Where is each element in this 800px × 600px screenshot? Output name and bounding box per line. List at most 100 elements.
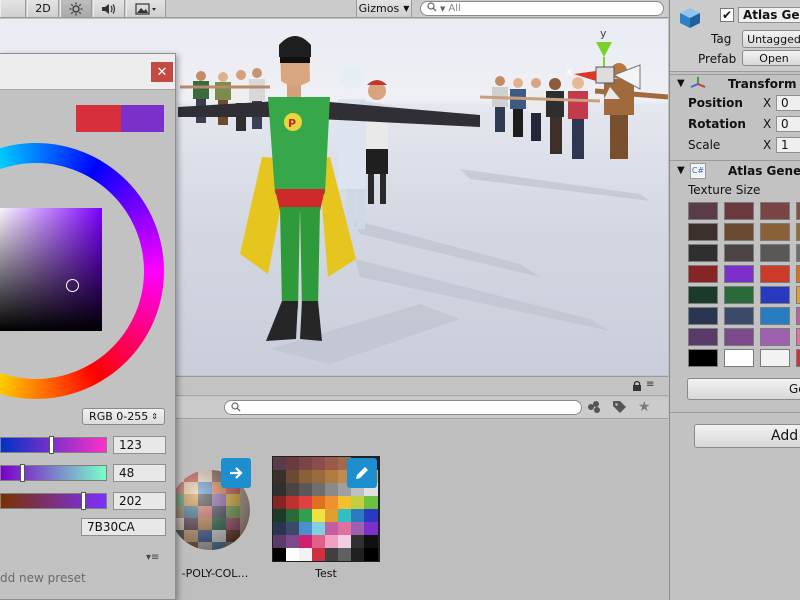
- sv-picker-handle[interactable]: [66, 279, 79, 292]
- color-wheel-area[interactable]: [0, 143, 176, 399]
- atlas-color-swatch[interactable]: [724, 307, 754, 325]
- foldout-arrow-icon: ▼: [677, 165, 685, 176]
- hex-color-field[interactable]: 7B30CA: [81, 518, 166, 536]
- atlas-color-swatch[interactable]: [688, 307, 718, 325]
- scene-toolbar: 2D Gizmos ▼ ▼ All: [0, 0, 668, 18]
- atlas-color-swatch[interactable]: [796, 307, 800, 325]
- atlas-color-swatch[interactable]: [760, 244, 790, 262]
- atlas-color-swatch[interactable]: [688, 328, 718, 346]
- blue-slider-thumb[interactable]: [81, 492, 86, 510]
- add-new-preset-button[interactable]: dd new preset: [0, 571, 86, 585]
- atlas-color-swatch[interactable]: [760, 202, 790, 220]
- red-value-field[interactable]: 123: [113, 436, 166, 454]
- crowd-left: [180, 68, 270, 131]
- atlas-color-swatch[interactable]: [688, 286, 718, 304]
- generate-button[interactable]: Ge: [687, 378, 800, 400]
- atlas-color-swatch[interactable]: [760, 265, 790, 283]
- atlas-color-swatch[interactable]: [796, 244, 800, 262]
- mode-2d-label: 2D: [35, 2, 51, 15]
- red-slider[interactable]: [0, 436, 107, 454]
- red-slider-thumb[interactable]: [49, 436, 54, 454]
- blue-value: 202: [119, 494, 142, 508]
- atlas-color-swatch[interactable]: [724, 244, 754, 262]
- atlas-color-swatch[interactable]: [796, 265, 800, 283]
- atlas-color-swatch[interactable]: [760, 307, 790, 325]
- lock-icon[interactable]: [632, 380, 642, 394]
- active-checkbox[interactable]: ✔: [720, 8, 734, 22]
- atlas-color-swatch[interactable]: [688, 223, 718, 241]
- atlas-color-swatch[interactable]: [688, 202, 718, 220]
- atlas-color-swatch[interactable]: [796, 349, 800, 367]
- color-picker-window: ✕ RGB 0-255 ⇕ 123 48 202 7B30CA ▾≡ dd ne…: [0, 53, 176, 600]
- foldout-arrow-icon: ▼: [677, 78, 685, 89]
- transform-header[interactable]: ▼ Transform: [670, 74, 800, 94]
- prefab-open-button[interactable]: Open: [742, 50, 800, 66]
- color-mode-dropdown[interactable]: RGB 0-255 ⇕: [82, 408, 165, 425]
- unity-editor-window: 2D Gizmos ▼ ▼ All P y x ≡ ★ -POLY-COL… T…: [0, 0, 800, 600]
- gizmos-label: Gizmos: [358, 2, 400, 15]
- red-value: 123: [119, 438, 142, 452]
- atlas-color-swatch[interactable]: [796, 202, 800, 220]
- prefab-label: Prefab: [698, 52, 737, 66]
- color-swatch-original[interactable]: [76, 105, 121, 132]
- rotation-x-field[interactable]: 0: [776, 116, 800, 132]
- scale-x-value: 1: [781, 138, 789, 152]
- asset-texture-atlas-label: Test: [315, 567, 337, 580]
- atlas-color-swatch[interactable]: [760, 286, 790, 304]
- gizmo-y-label: y: [600, 27, 607, 40]
- scene-search-input[interactable]: ▼ All: [420, 1, 664, 16]
- scale-x-field[interactable]: 1: [776, 137, 800, 153]
- blue-value-field[interactable]: 202: [113, 492, 166, 510]
- panel-menu-icon[interactable]: ≡: [646, 379, 654, 390]
- mode-2d-toggle[interactable]: 2D: [27, 0, 59, 17]
- atlas-generator-header[interactable]: ▼ C# Atlas Gene: [670, 160, 800, 180]
- scene-audio-toggle[interactable]: [93, 0, 125, 17]
- filter-by-label-icon[interactable]: [612, 400, 628, 417]
- atlas-color-swatch[interactable]: [760, 223, 790, 241]
- saturation-value-square[interactable]: [0, 208, 102, 331]
- color-picker-titlebar[interactable]: ✕: [0, 54, 175, 90]
- add-component-button[interactable]: Add: [694, 424, 800, 448]
- scene-effects-dropdown[interactable]: [126, 0, 166, 17]
- favorite-star-icon[interactable]: ★: [638, 399, 651, 415]
- atlas-color-swatch[interactable]: [724, 286, 754, 304]
- edit-pencil-icon[interactable]: [347, 458, 377, 488]
- atlas-color-swatch[interactable]: [724, 223, 754, 241]
- atlas-color-swatch[interactable]: [688, 349, 718, 367]
- atlas-color-swatch[interactable]: [724, 202, 754, 220]
- tag-value: Untagged: [747, 32, 800, 46]
- arrow-right-icon[interactable]: [221, 458, 251, 488]
- asset-material-label: -POLY-COL…: [181, 567, 249, 580]
- shading-mode-dropdown[interactable]: [0, 0, 26, 17]
- atlas-color-swatch[interactable]: [760, 349, 790, 367]
- green-slider-thumb[interactable]: [20, 464, 25, 482]
- sun-icon: [69, 2, 83, 16]
- green-value-field[interactable]: 48: [113, 464, 166, 482]
- rotation-x-value: 0: [781, 117, 789, 131]
- close-button[interactable]: ✕: [151, 62, 173, 82]
- object-name-field[interactable]: Atlas Ge: [738, 7, 800, 23]
- filter-by-type-icon[interactable]: [586, 400, 602, 417]
- atlas-color-swatch[interactable]: [724, 328, 754, 346]
- position-x-value: 0: [781, 96, 789, 110]
- atlas-color-swatch[interactable]: [796, 223, 800, 241]
- green-value: 48: [119, 466, 135, 480]
- scene-lighting-toggle[interactable]: [60, 0, 92, 17]
- tag-dropdown[interactable]: Untagged: [742, 30, 800, 48]
- atlas-color-swatch[interactable]: [796, 328, 800, 346]
- blue-slider[interactable]: [0, 492, 107, 510]
- transform-title: Transform: [728, 77, 797, 91]
- gizmos-dropdown[interactable]: Gizmos ▼: [356, 0, 412, 17]
- project-search-input[interactable]: [224, 400, 582, 415]
- atlas-color-swatch[interactable]: [688, 244, 718, 262]
- green-slider[interactable]: [0, 464, 107, 482]
- atlas-color-swatch[interactable]: [724, 265, 754, 283]
- speaker-icon: [101, 2, 117, 16]
- atlas-color-swatch[interactable]: [724, 349, 754, 367]
- presets-menu-icon[interactable]: ▾≡: [146, 552, 159, 563]
- atlas-color-swatch[interactable]: [688, 265, 718, 283]
- atlas-color-swatch[interactable]: [760, 328, 790, 346]
- tag-label: Tag: [711, 32, 732, 46]
- position-x-field[interactable]: 0: [776, 95, 800, 111]
- atlas-color-swatch[interactable]: [796, 286, 800, 304]
